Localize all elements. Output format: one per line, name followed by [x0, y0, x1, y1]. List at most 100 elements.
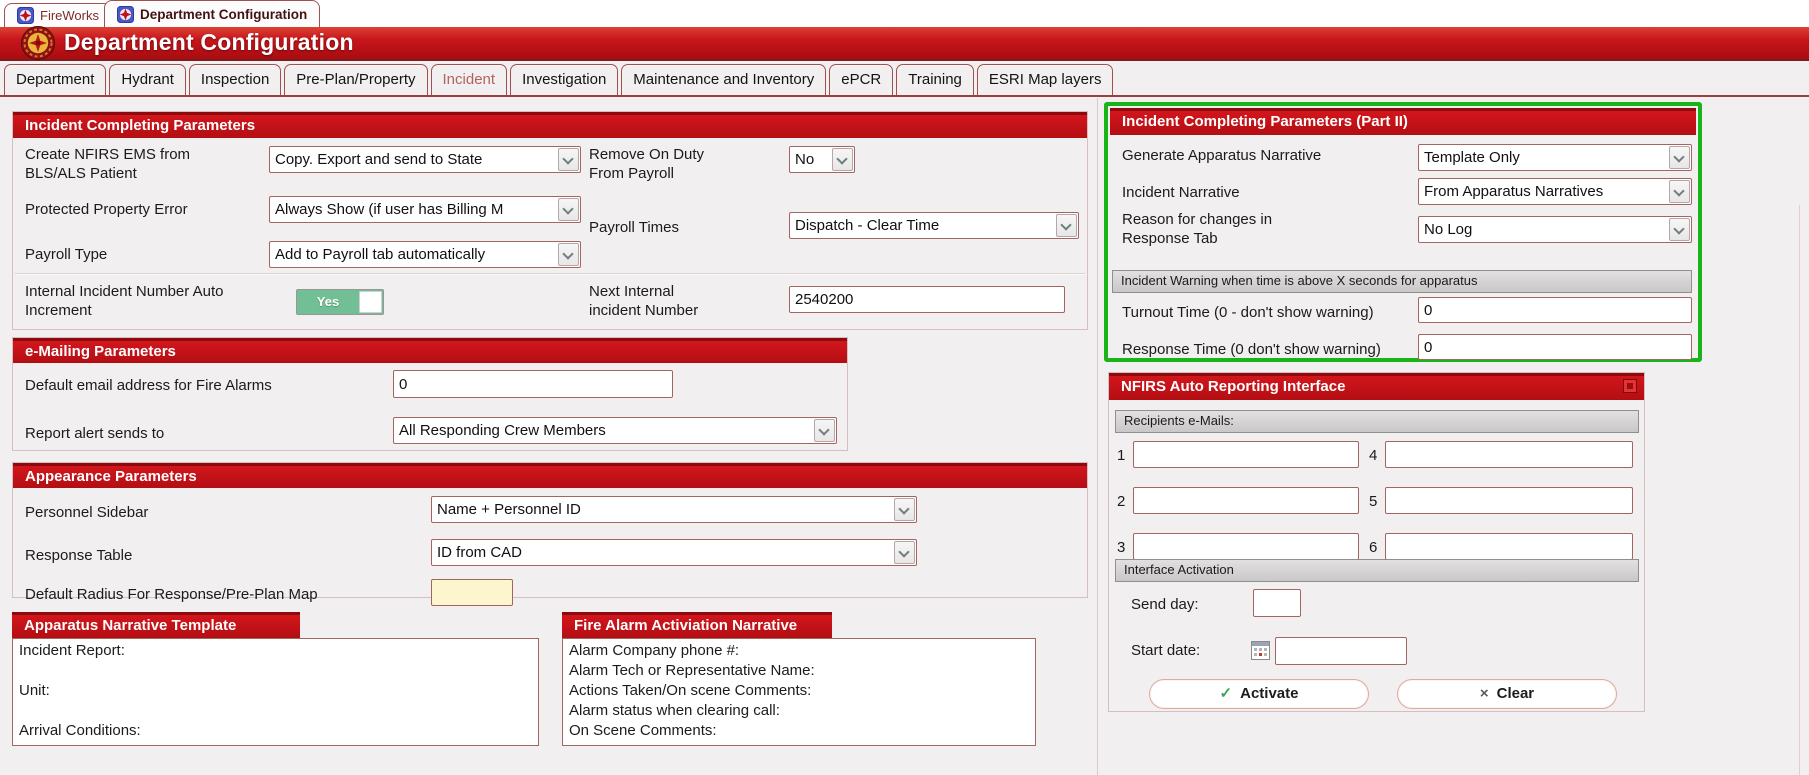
turnout-time-input[interactable]	[1418, 297, 1692, 323]
recipient-number: 4	[1369, 447, 1377, 464]
recipient-email-input-3[interactable]	[1133, 533, 1359, 560]
chevron-down-icon	[894, 498, 915, 521]
send-day-input[interactable]	[1253, 589, 1301, 617]
recipient-number: 6	[1369, 539, 1377, 556]
panel-header: e-Mailing Parameters	[13, 338, 847, 363]
recipient-email-input-2[interactable]	[1133, 487, 1359, 514]
reason-changes-label: Reason for changes in Response Tab	[1122, 210, 1332, 248]
default-email-label: Default email address for Fire Alarms	[25, 376, 272, 395]
tab-maintenance-inventory[interactable]: Maintenance and Inventory	[621, 64, 826, 95]
tab-epcr[interactable]: ePCR	[829, 64, 893, 95]
protected-property-label: Protected Property Error	[25, 200, 188, 219]
response-time-input[interactable]	[1418, 334, 1692, 360]
default-radius-input[interactable]	[431, 579, 513, 606]
incident-completing-parameters-panel: Incident Completing Parameters Create NF…	[12, 111, 1088, 330]
interface-activation-subheader: Interface Activation	[1115, 559, 1639, 582]
auto-increment-toggle[interactable]: Yes	[296, 289, 384, 315]
right-frame-border	[1799, 205, 1800, 775]
send-day-label: Send day:	[1131, 595, 1199, 614]
protected-property-dropdown[interactable]: Always Show (if user has Billing M	[269, 196, 581, 223]
chevron-down-icon	[558, 148, 579, 171]
title-bar: Department Configuration	[0, 27, 1809, 61]
tab-pre-plan-property[interactable]: Pre-Plan/Property	[284, 64, 427, 95]
recipient-email-input-1[interactable]	[1133, 441, 1359, 468]
recipient-email-input-5[interactable]	[1385, 487, 1633, 514]
clear-button[interactable]: ×Clear	[1397, 679, 1617, 709]
toggle-knob	[359, 291, 382, 313]
generate-apparatus-dropdown[interactable]: Template Only	[1418, 144, 1692, 171]
tab-department[interactable]: Department	[4, 64, 106, 95]
next-internal-label: Next Internal incident Number	[589, 282, 709, 320]
remove-on-duty-label: Remove On Duty From Payroll	[589, 145, 739, 183]
fire-alarm-narrative-textarea[interactable]: Alarm Company phone #: Alarm Tech or Rep…	[562, 638, 1036, 746]
payroll-times-dropdown[interactable]: Dispatch - Clear Time	[789, 212, 1079, 239]
payroll-times-label: Payroll Times	[589, 218, 679, 237]
next-internal-input[interactable]	[789, 286, 1065, 313]
window-tab-strip: FireWorks Department Configuration	[0, 0, 1809, 27]
report-alert-dropdown[interactable]: All Responding Crew Members	[393, 417, 837, 444]
fire-alarm-narrative-header: Fire Alarm Activiation Narrative	[562, 612, 832, 638]
default-radius-label: Default Radius For Response/Pre-Plan Map	[25, 585, 318, 604]
tab-training[interactable]: Training	[896, 64, 974, 95]
panel-header: Appearance Parameters	[13, 463, 1087, 488]
personnel-sidebar-label: Personnel Sidebar	[25, 503, 148, 522]
recipient-email-input-6[interactable]	[1385, 533, 1633, 560]
personnel-sidebar-dropdown[interactable]: Name + Personnel ID	[431, 496, 917, 523]
tab-incident[interactable]: Incident	[431, 64, 508, 95]
reason-changes-dropdown[interactable]: No Log	[1418, 216, 1692, 243]
recipient-number: 3	[1117, 539, 1125, 556]
auto-increment-label: Internal Incident Number Auto Increment	[25, 282, 275, 320]
chevron-down-icon	[558, 198, 579, 221]
chevron-down-icon	[558, 243, 579, 266]
tab-hydrant[interactable]: Hydrant	[109, 64, 186, 95]
recipient-email-input-4[interactable]	[1385, 441, 1633, 468]
calendar-icon[interactable]	[1251, 641, 1270, 665]
chevron-down-icon	[1669, 146, 1690, 169]
column-divider	[1097, 98, 1098, 775]
chevron-down-icon	[814, 419, 835, 442]
window-tab-label: FireWorks	[40, 8, 99, 23]
remove-on-duty-dropdown[interactable]: No	[789, 146, 855, 173]
response-table-label: Response Table	[25, 546, 132, 565]
divider	[15, 273, 1085, 275]
emailing-parameters-panel: e-Mailing Parameters Default email addre…	[12, 337, 848, 451]
recipients-subheader: Recipients e-Mails:	[1115, 410, 1639, 433]
response-table-dropdown[interactable]: ID from CAD	[431, 539, 917, 566]
recipient-number: 2	[1117, 493, 1125, 510]
incident-narrative-label: Incident Narrative	[1122, 183, 1240, 202]
incident-narrative-dropdown[interactable]: From Apparatus Narratives	[1418, 178, 1692, 205]
response-time-label: Response Time (0 don't show warning)	[1122, 340, 1381, 359]
window-tab-fireworks[interactable]: FireWorks	[4, 3, 112, 27]
panel-header: Incident Completing Parameters (Part II)	[1110, 108, 1696, 135]
default-email-input[interactable]	[393, 370, 673, 398]
fireworks-badge-icon	[117, 6, 134, 23]
apparatus-narrative-header: Apparatus Narrative Template	[12, 612, 300, 638]
tab-esri-map-layers[interactable]: ESRI Map layers	[977, 64, 1114, 95]
activate-button[interactable]: ✓Activate	[1149, 679, 1369, 709]
chevron-down-icon	[1669, 218, 1690, 241]
nav-tab-bar: Department Hydrant Inspection Pre-Plan/P…	[0, 61, 1809, 97]
report-alert-label: Report alert sends to	[25, 424, 164, 443]
generate-apparatus-label: Generate Apparatus Narrative	[1122, 146, 1321, 165]
tab-inspection[interactable]: Inspection	[189, 64, 281, 95]
x-icon: ×	[1480, 685, 1489, 702]
chevron-down-icon	[1669, 180, 1690, 203]
page-title: Department Configuration	[64, 29, 354, 56]
red-square-icon[interactable]	[1623, 379, 1637, 393]
start-date-input[interactable]	[1275, 637, 1407, 665]
chevron-down-icon	[832, 148, 853, 171]
panel-header: Incident Completing Parameters	[13, 112, 1087, 138]
chevron-down-icon	[894, 541, 915, 564]
apparatus-narrative-textarea[interactable]: Incident Report: Unit: Arrival Condition…	[12, 638, 539, 746]
department-crest-icon	[20, 25, 56, 66]
chevron-down-icon	[1056, 214, 1077, 237]
appearance-parameters-panel: Appearance Parameters Personnel Sidebar …	[12, 462, 1088, 598]
incident-warning-subheader: Incident Warning when time is above X se…	[1112, 270, 1692, 293]
create-nfirs-label: Create NFIRS EMS from BLS/ALS Patient	[25, 145, 255, 183]
window-tab-department-configuration[interactable]: Department Configuration	[104, 0, 320, 27]
panel-header: NFIRS Auto Reporting Interface	[1109, 373, 1644, 400]
payroll-type-dropdown[interactable]: Add to Payroll tab automatically	[269, 241, 581, 268]
create-nfirs-dropdown[interactable]: Copy. Export and send to State	[269, 146, 581, 173]
start-date-label: Start date:	[1131, 641, 1200, 660]
tab-investigation[interactable]: Investigation	[510, 64, 618, 95]
